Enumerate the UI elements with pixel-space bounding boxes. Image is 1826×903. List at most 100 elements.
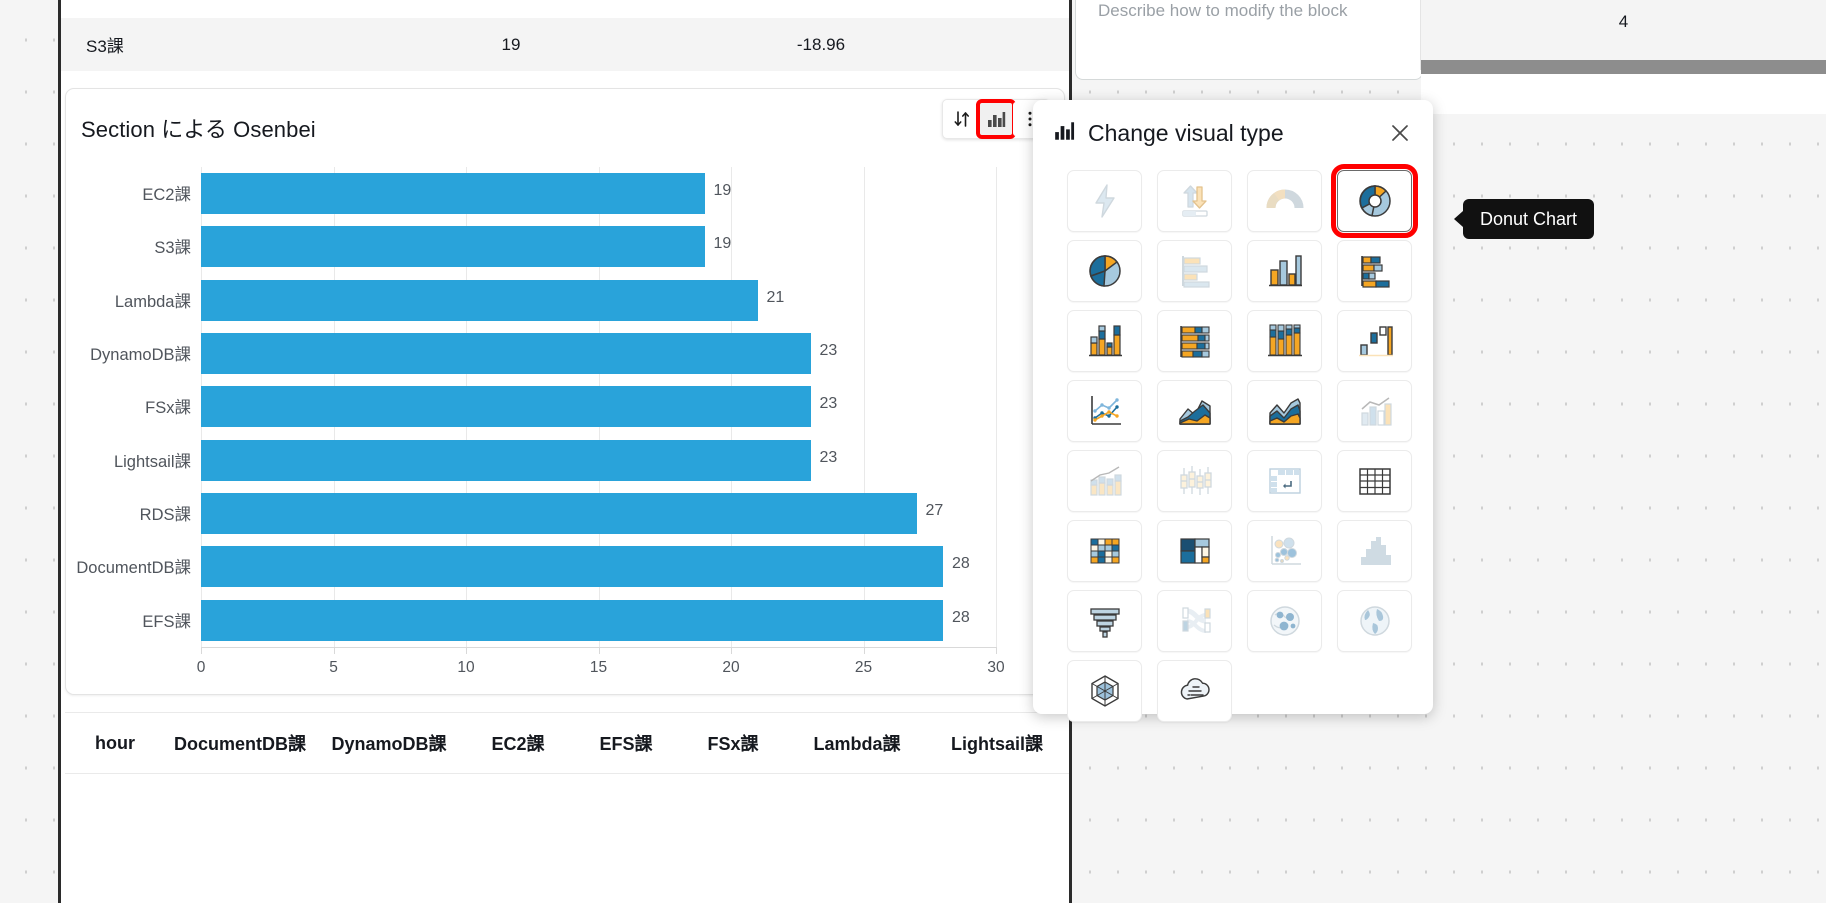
- bar-value-label: 23: [819, 448, 838, 466]
- bar[interactable]: [201, 493, 917, 534]
- bottom-table-header-cell[interactable]: Lambda課: [787, 730, 927, 756]
- bottom-table-header-cell[interactable]: hour: [65, 733, 165, 754]
- visual-type-box-plot[interactable]: [1157, 450, 1232, 512]
- bar-category-label: RDS課: [139, 506, 191, 524]
- bottom-table-header-cell[interactable]: FSx課: [679, 730, 787, 756]
- chart-x-tick-label: 25: [854, 659, 873, 676]
- bar-row[interactable]: S3課 19: [154, 220, 996, 273]
- bar[interactable]: [201, 279, 758, 321]
- chart-x-tick-mark: [598, 647, 600, 654]
- pie-chart-icon: [1085, 251, 1125, 291]
- bar-category-label: DynamoDB課: [90, 346, 191, 364]
- bar[interactable]: [201, 546, 943, 588]
- box-plot-icon: [1175, 461, 1215, 501]
- bar[interactable]: [201, 333, 811, 374]
- bar-row[interactable]: FSx課 23: [145, 380, 996, 433]
- visual-type-pivot-table[interactable]: [1247, 450, 1322, 512]
- donut-chart-icon: [1355, 181, 1395, 221]
- bottom-table: hour DocumentDB課 DynamoDB課 EC2課 EFS課 FSx課 Lamb…: [65, 712, 1069, 844]
- visual-type-funnel-chart[interactable]: [1067, 590, 1142, 652]
- bar-category-label: Lambda課: [114, 292, 191, 311]
- sort-icon[interactable]: [945, 102, 979, 136]
- visual-type-gauge-chart[interactable]: [1247, 170, 1322, 232]
- visual-type-waterfall-chart[interactable]: [1337, 310, 1412, 372]
- bar-category-label: S3課: [154, 239, 191, 258]
- bar-value-label: 23: [819, 395, 838, 413]
- visual-type-histogram[interactable]: [1337, 520, 1412, 582]
- tooltip: Donut Chart: [1453, 199, 1595, 239]
- bar-row[interactable]: DocumentDB課 28: [76, 540, 996, 593]
- kpi-icon: [1175, 181, 1215, 221]
- bar-row[interactable]: RDS課 27: [140, 487, 996, 540]
- visual-type-area-line-chart[interactable]: [1157, 380, 1232, 442]
- bottom-table-header-cell[interactable]: DocumentDB課: [165, 730, 315, 756]
- describe-block-panel: Describe how to modify the block: [1075, 0, 1423, 80]
- visual-type-horizontal-bar-chart[interactable]: [1157, 240, 1232, 302]
- bottom-table-body-row: [65, 774, 1069, 844]
- chart-x-tick-mark: [333, 647, 335, 654]
- visual-type-sankey-diagram[interactable]: [1157, 590, 1232, 652]
- bar-category-label: FSx課: [145, 399, 191, 418]
- visual-type-tree-map[interactable]: [1157, 520, 1232, 582]
- sankey-diagram-icon: [1175, 601, 1215, 641]
- visual-type-word-cloud[interactable]: [1157, 660, 1232, 722]
- table-cell-count: 19: [501, 34, 521, 54]
- chart-x-tick-label: 0: [196, 659, 206, 676]
- bar-row[interactable]: DynamoDB課 23: [90, 327, 996, 380]
- visual-type-points-on-map[interactable]: [1247, 590, 1322, 652]
- chart-x-tick-mark: [201, 647, 202, 654]
- visual-type-line-chart[interactable]: [1067, 380, 1142, 442]
- visual-type-stacked-area-line-chart[interactable]: [1247, 380, 1322, 442]
- bar-row[interactable]: Lambda課 21: [115, 274, 996, 327]
- bar-row[interactable]: EFS課 28: [142, 594, 996, 647]
- visual-type-stacked-combo-chart[interactable]: [1067, 450, 1142, 512]
- bar-value-label: 19: [713, 235, 732, 253]
- bar-row[interactable]: EC2課 19: [142, 167, 996, 220]
- bottom-table-header-cell[interactable]: EC2課: [463, 730, 573, 756]
- bar-chart-icon: [1053, 119, 1077, 148]
- visual-type-autograph[interactable]: [1067, 170, 1142, 232]
- bar-category-label: EFS課: [142, 612, 191, 631]
- bar[interactable]: [201, 439, 811, 481]
- metric-value: 4: [1618, 12, 1629, 31]
- visual-type-table[interactable]: [1337, 450, 1412, 512]
- visual-type-pie-chart[interactable]: [1067, 240, 1142, 302]
- autograph-icon: [1085, 181, 1125, 221]
- page-title: Section による Osenbei: [81, 117, 316, 142]
- describe-block-placeholder: Describe how to modify the block: [1098, 1, 1348, 20]
- visual-type-vertical-stacked-100-bar-chart[interactable]: [1247, 310, 1322, 372]
- bar-chart-plot: EC2課 19 S3課 19 Lambda課 21 DynamoDB課 23 FSx課 23 Lig…: [66, 149, 1066, 694]
- vertical-bar-chart-icon: [1265, 251, 1305, 291]
- visual-type-grid: [1033, 164, 1433, 740]
- visual-type-horizontal-stacked-bar-chart[interactable]: [1337, 240, 1412, 302]
- bar[interactable]: [201, 226, 705, 268]
- visual-type-scatter-plot[interactable]: [1247, 520, 1322, 582]
- close-icon[interactable]: [1385, 118, 1415, 148]
- visual-type-kpi[interactable]: [1157, 170, 1232, 232]
- table-row[interactable]: S3課 19 -18.96: [61, 18, 1069, 72]
- bottom-table-header-row: hour DocumentDB課 DynamoDB課 EC2課 EFS課 FSx課 Lamb…: [65, 712, 1069, 774]
- visual-type-vertical-stacked-bar-chart[interactable]: [1067, 310, 1142, 372]
- line-chart-icon: [1085, 391, 1125, 431]
- bar-row[interactable]: Lightsail課 23: [114, 434, 996, 487]
- canvas-left-rail: [58, 0, 61, 903]
- bar-chart-icon[interactable]: [976, 99, 1016, 139]
- visual-type-clustered-combo-chart[interactable]: [1337, 380, 1412, 442]
- visual-type-filled-map[interactable]: [1337, 590, 1412, 652]
- bar[interactable]: [201, 386, 811, 428]
- bar-value-label: 27: [925, 502, 944, 519]
- visual-type-vertical-bar-chart[interactable]: [1247, 240, 1322, 302]
- bar[interactable]: [201, 173, 705, 214]
- visual-type-horizontal-stacked-100-bar-chart[interactable]: [1157, 310, 1232, 372]
- bar[interactable]: [201, 599, 943, 641]
- bar-category-label: EC2課: [142, 186, 191, 204]
- visual-type-heat-map[interactable]: [1067, 520, 1142, 582]
- pivot-table-icon: [1265, 461, 1305, 501]
- visual-type-donut-chart[interactable]: [1331, 164, 1418, 238]
- bottom-table-header-cell[interactable]: DynamoDB課: [315, 730, 463, 756]
- chart-x-tick-mark: [863, 647, 865, 654]
- filled-map-icon: [1355, 601, 1395, 641]
- table-cell-section: S3課: [86, 37, 124, 56]
- bottom-table-header-cell[interactable]: EFS課: [573, 730, 679, 756]
- visual-type-radar-chart[interactable]: [1067, 660, 1142, 722]
